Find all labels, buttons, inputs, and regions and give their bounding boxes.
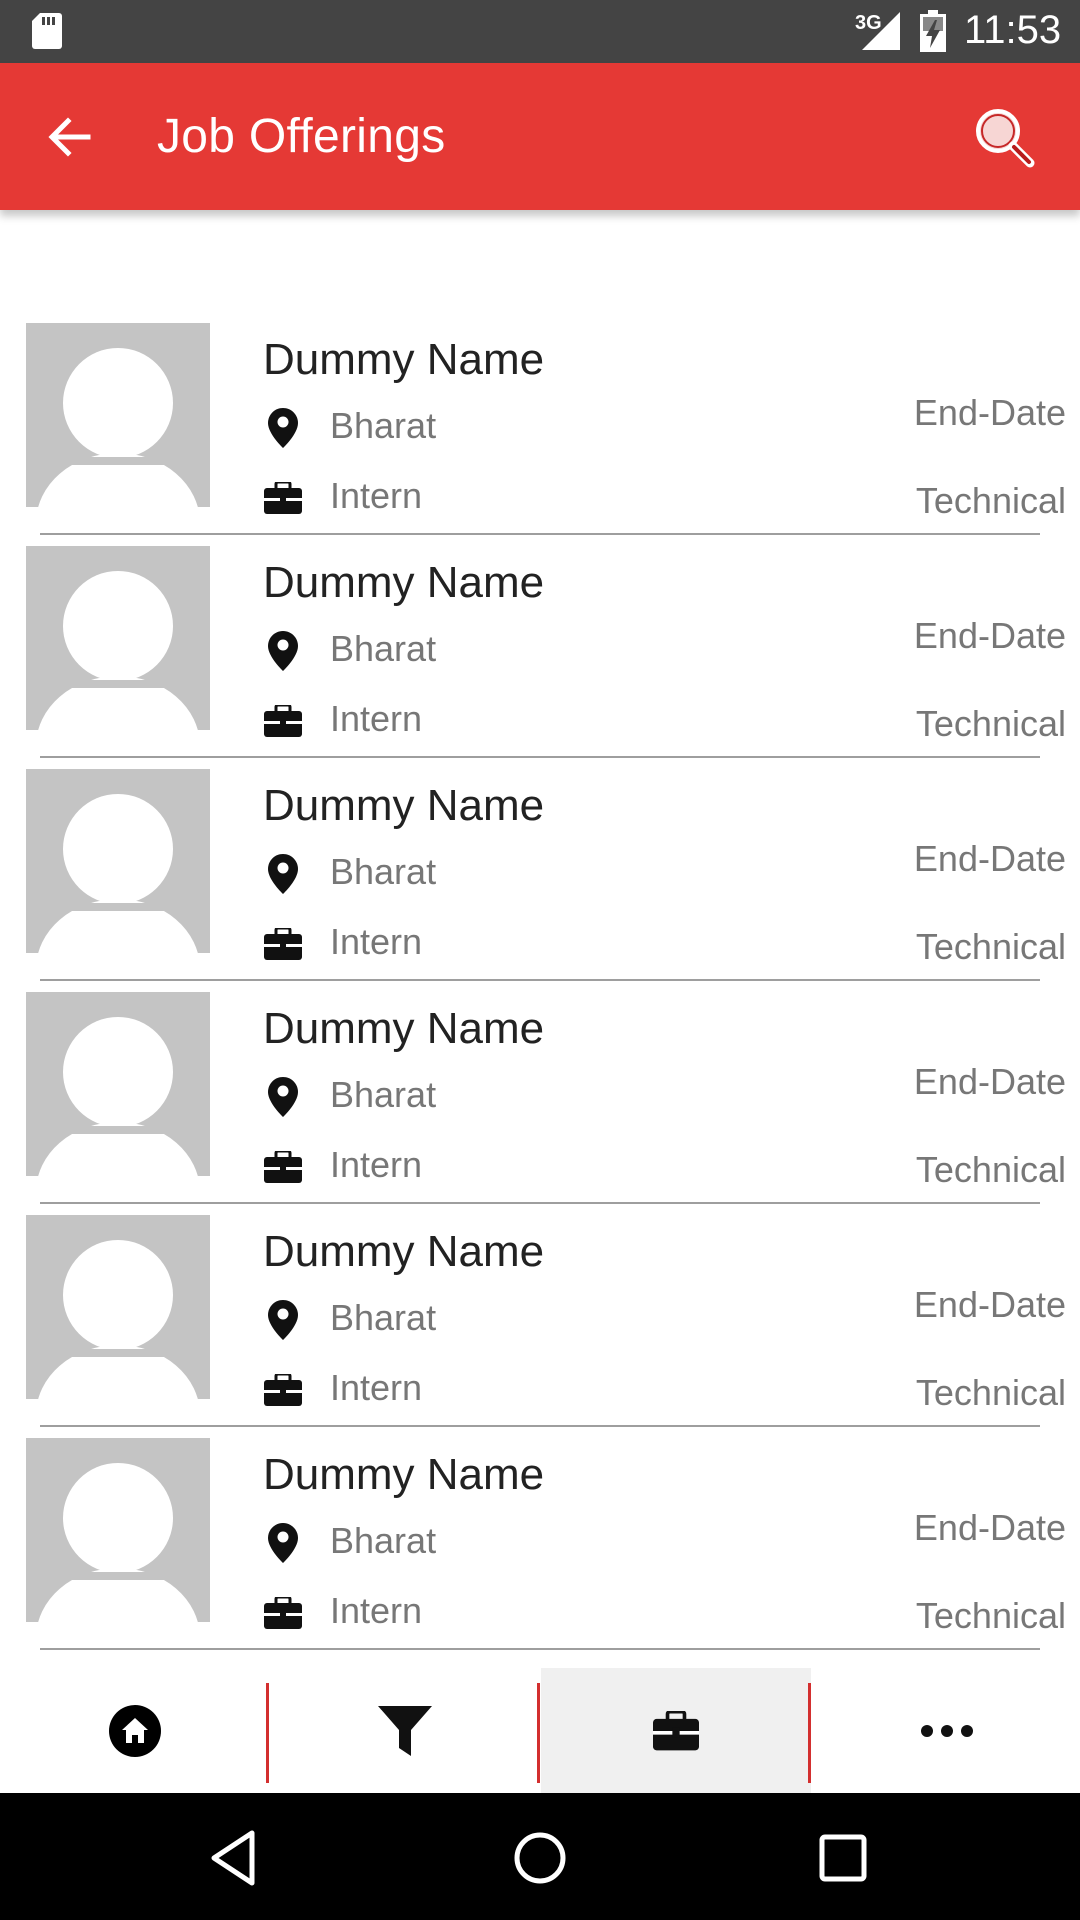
briefcase-icon [264, 482, 302, 514]
tab-more[interactable] [812, 1668, 1080, 1793]
row-divider [40, 1648, 1040, 1650]
job-location: Bharat [330, 1297, 437, 1338]
signal-icon [862, 12, 900, 50]
job-type: Intern [330, 698, 423, 739]
tab-home[interactable] [0, 1668, 270, 1793]
bottom-navigation [0, 1663, 1080, 1793]
job-type: Intern [330, 1367, 423, 1408]
row-divider [40, 533, 1040, 535]
job-name: Dummy Name [263, 1450, 545, 1499]
job-type: Intern [330, 1144, 423, 1185]
nav-separator [537, 1683, 540, 1783]
row-divider [40, 1425, 1040, 1427]
location-pin-icon [268, 408, 298, 448]
home-icon [109, 1704, 161, 1757]
location-pin-icon [268, 854, 298, 894]
tab-filter[interactable] [270, 1668, 540, 1793]
job-type: Intern [330, 475, 423, 516]
person-placeholder-icon [26, 1017, 210, 1176]
job-end-date: End-Date [913, 1061, 1066, 1102]
job-list-item[interactable]: Dummy Name Bharat Intern End-Date Techni… [0, 546, 1080, 769]
location-pin-icon [268, 1077, 298, 1117]
row-divider [40, 756, 1040, 758]
avatar [26, 1215, 210, 1399]
briefcase-icon [264, 1597, 302, 1629]
job-category: Technical [915, 480, 1066, 521]
job-type: Intern [330, 1590, 423, 1631]
job-name: Dummy Name [263, 781, 545, 830]
avatar [26, 323, 210, 507]
app-toolbar: Job Offerings [0, 63, 1080, 210]
job-end-date: End-Date [913, 615, 1066, 656]
job-name: Dummy Name [263, 1004, 545, 1053]
sd-card-icon [32, 13, 62, 49]
briefcase-icon [264, 1151, 302, 1183]
job-category: Technical [915, 703, 1066, 744]
job-list-item[interactable]: Dummy Name Bharat Intern End-Date Techni… [0, 323, 1080, 546]
job-end-date: End-Date [913, 392, 1066, 433]
avatar [26, 992, 210, 1176]
page-title: Job Offerings [157, 110, 446, 163]
job-category: Technical [915, 1372, 1066, 1413]
location-pin-icon [268, 1300, 298, 1340]
recents-square-icon[interactable] [808, 1823, 878, 1893]
avatar [26, 546, 210, 730]
job-list-item[interactable]: Dummy Name Bharat Intern End-Date Techni… [0, 992, 1080, 1215]
job-location: Bharat [330, 628, 437, 669]
job-list: Dummy Name Bharat Intern End-Date Techni… [0, 323, 1080, 1661]
nav-separator [266, 1683, 269, 1783]
job-location: Bharat [330, 851, 437, 892]
person-placeholder-icon [26, 348, 210, 507]
status-bar: 3G 11:53 [0, 0, 1080, 63]
briefcase-icon [264, 705, 302, 737]
location-pin-icon [268, 1523, 298, 1563]
job-category: Technical [915, 1595, 1066, 1636]
person-placeholder-icon [26, 794, 210, 953]
job-location: Bharat [330, 1074, 437, 1115]
job-end-date: End-Date [913, 1507, 1066, 1548]
avatar [26, 769, 210, 953]
job-location: Bharat [330, 405, 437, 446]
row-divider [40, 979, 1040, 981]
briefcase-icon [264, 928, 302, 960]
back-triangle-icon[interactable] [200, 1823, 270, 1893]
location-pin-icon [268, 631, 298, 671]
job-end-date: End-Date [913, 1284, 1066, 1325]
avatar [26, 1438, 210, 1622]
back-arrow-icon[interactable] [40, 107, 100, 167]
job-location: Bharat [330, 1520, 437, 1561]
job-end-date: End-Date [913, 838, 1066, 879]
home-circle-icon[interactable] [505, 1823, 575, 1893]
job-list-item[interactable]: Dummy Name Bharat Intern End-Date Techni… [0, 1215, 1080, 1438]
briefcase-icon [653, 1710, 699, 1750]
job-list-item[interactable]: Dummy Name Bharat Intern End-Date Techni… [0, 1438, 1080, 1661]
job-name: Dummy Name [263, 335, 545, 384]
briefcase-icon [264, 1374, 302, 1406]
job-list-item[interactable]: Dummy Name Bharat Intern End-Date Techni… [0, 769, 1080, 992]
row-divider [40, 1202, 1040, 1204]
search-icon[interactable] [970, 103, 1040, 173]
job-name: Dummy Name [263, 558, 545, 607]
person-placeholder-icon [26, 571, 210, 730]
battery-charging-icon [920, 10, 946, 52]
clock: 11:53 [964, 8, 1062, 52]
job-name: Dummy Name [263, 1227, 545, 1276]
person-placeholder-icon [26, 1240, 210, 1399]
person-placeholder-icon [26, 1463, 210, 1622]
job-category: Technical [915, 1149, 1066, 1190]
tab-jobs[interactable] [541, 1668, 811, 1793]
job-category: Technical [915, 926, 1066, 967]
more-icon [921, 1724, 973, 1737]
filter-icon [378, 1705, 432, 1756]
job-type: Intern [330, 921, 423, 962]
system-navigation-bar [0, 1793, 1080, 1920]
nav-separator [808, 1683, 811, 1783]
